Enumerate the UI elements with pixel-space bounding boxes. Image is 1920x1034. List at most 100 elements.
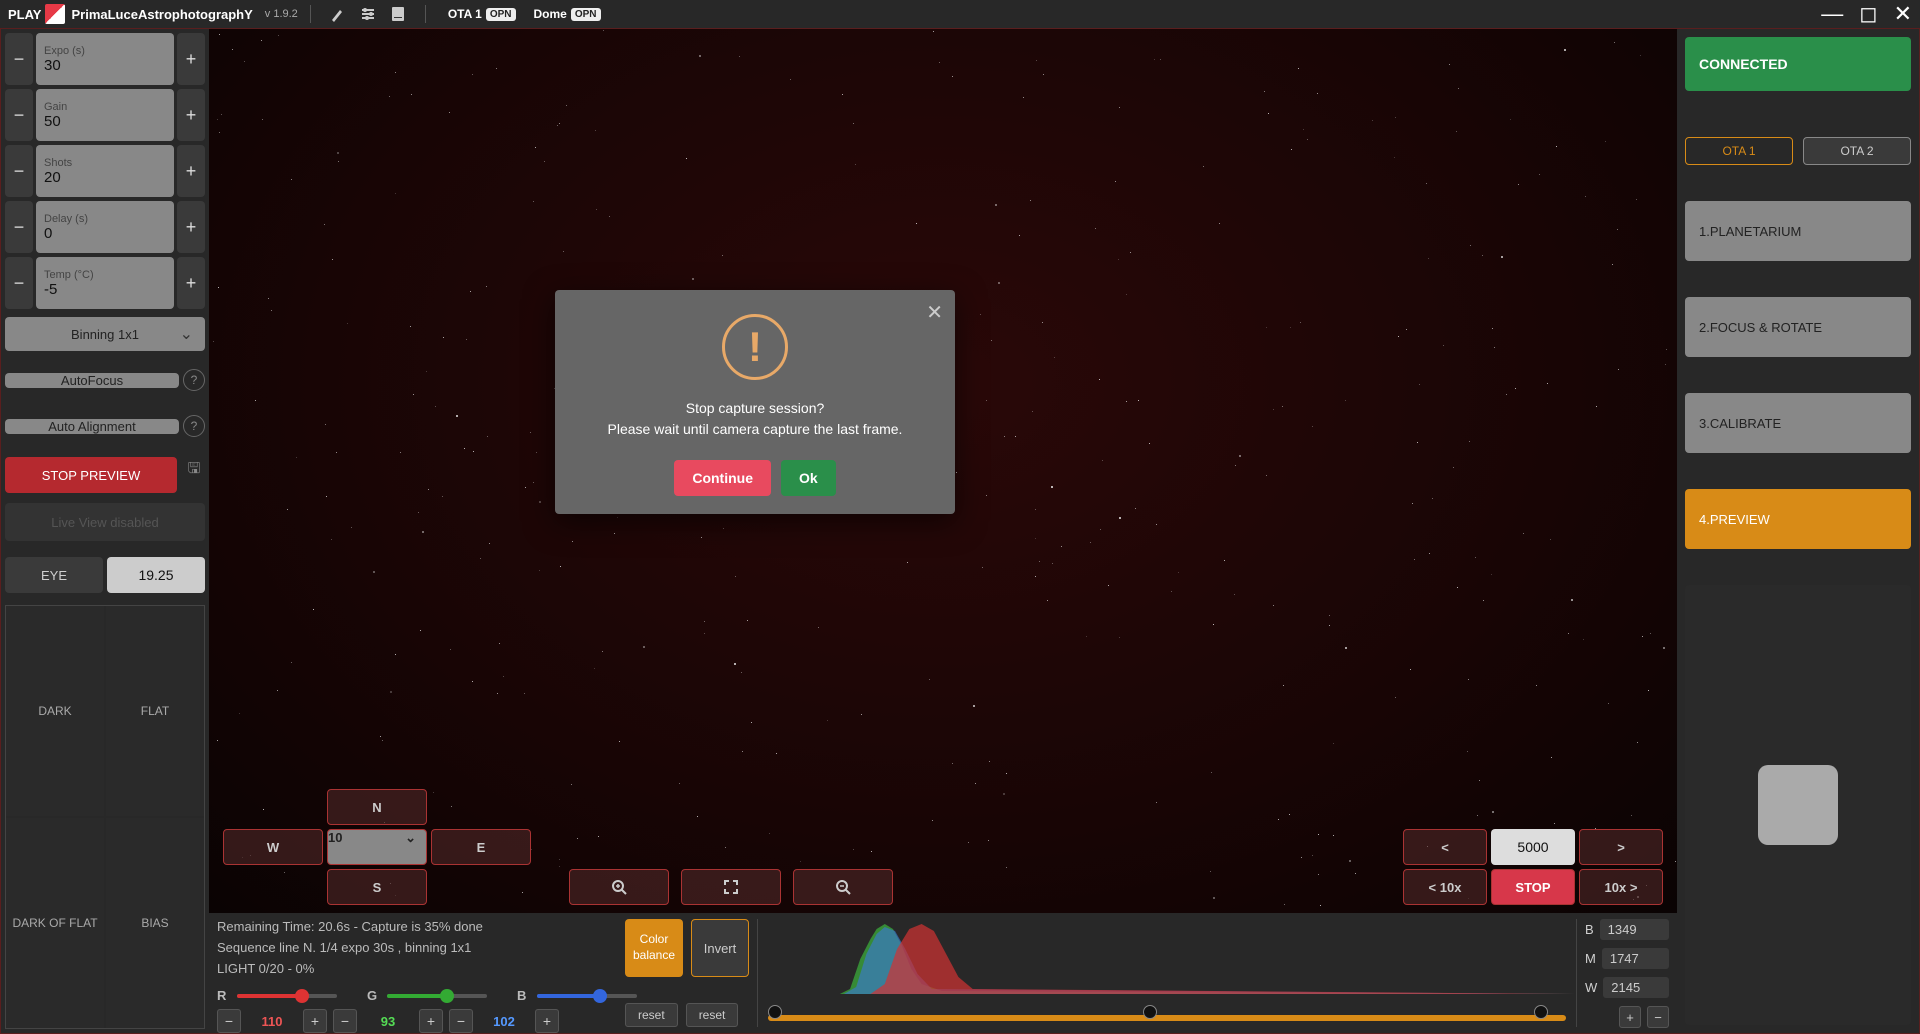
ota1-tab[interactable]: OTA 1 bbox=[1685, 137, 1793, 165]
white-point-value[interactable]: 2145 bbox=[1603, 977, 1669, 998]
minimize-icon[interactable]: — bbox=[1821, 3, 1843, 25]
dialog-close-icon[interactable]: ✕ bbox=[926, 300, 943, 325]
direction-pad: N W 10 E S bbox=[223, 789, 531, 905]
book-icon[interactable] bbox=[389, 5, 407, 23]
ota2-tab[interactable]: OTA 2 bbox=[1803, 137, 1911, 165]
right-panel: CONNECTED OTA 1 OTA 2 1.PLANETARIUM 2.FO… bbox=[1677, 29, 1919, 1033]
delay-decrement-button[interactable]: − bbox=[5, 201, 33, 253]
delay-field[interactable]: Delay (s) 0 bbox=[36, 201, 174, 253]
viewport-indicator[interactable] bbox=[1758, 765, 1838, 845]
live-view-disabled-button: Live View disabled bbox=[5, 503, 205, 541]
b-dec-button[interactable]: − bbox=[449, 1009, 473, 1033]
color-balance-button[interactable]: Color balance bbox=[625, 919, 683, 977]
stretch-range-slider[interactable] bbox=[768, 1015, 1566, 1021]
gain-field[interactable]: Gain 50 bbox=[36, 89, 174, 141]
zoom-controls bbox=[569, 869, 893, 905]
exposure-field[interactable]: Expo (s) 30 bbox=[36, 33, 174, 85]
mini-preview[interactable] bbox=[1685, 585, 1911, 1025]
histogram[interactable] bbox=[757, 919, 1577, 1027]
exposure-value: 30 bbox=[44, 57, 166, 74]
cal-dark-button[interactable]: DARK bbox=[6, 606, 104, 816]
telescope-icon[interactable] bbox=[329, 5, 347, 23]
g-inc-button[interactable]: + bbox=[419, 1009, 443, 1033]
cal-flat-button[interactable]: FLAT bbox=[106, 606, 204, 816]
invert-button[interactable]: Invert bbox=[691, 919, 749, 977]
g-dec-button[interactable]: − bbox=[333, 1009, 357, 1033]
autoalign-help-icon[interactable]: ? bbox=[183, 415, 205, 437]
shots-decrement-button[interactable]: − bbox=[5, 145, 33, 197]
sliders-icon[interactable] bbox=[359, 5, 377, 23]
blue-slider[interactable]: B bbox=[517, 988, 637, 1003]
autofocus-help-icon[interactable]: ? bbox=[183, 369, 205, 391]
focus-out-button[interactable]: > bbox=[1579, 829, 1663, 865]
r-dec-button[interactable]: − bbox=[217, 1009, 241, 1033]
focus-in-10x-button[interactable]: < 10x bbox=[1403, 869, 1487, 905]
gain-increment-button[interactable]: + bbox=[177, 89, 205, 141]
zoom-in-button[interactable] bbox=[569, 869, 669, 905]
autofocus-button[interactable]: AutoFocus bbox=[5, 373, 179, 388]
shots-field[interactable]: Shots 20 bbox=[36, 145, 174, 197]
autoalign-button[interactable]: Auto Alignment bbox=[5, 419, 179, 434]
nav-focus-rotate-button[interactable]: 2.FOCUS & ROTATE bbox=[1685, 297, 1911, 357]
binning-select[interactable]: Binning 1x1 bbox=[5, 317, 205, 351]
slew-south-button[interactable]: S bbox=[327, 869, 427, 905]
dialog-message-2: Please wait until camera capture the las… bbox=[573, 419, 937, 440]
dome-label: Dome bbox=[534, 7, 567, 21]
delay-row: − Delay (s) 0 + bbox=[5, 201, 205, 253]
gain-decrement-button[interactable]: − bbox=[5, 89, 33, 141]
save-icon[interactable]: 🖫 bbox=[183, 459, 205, 481]
temp-field[interactable]: Temp (°C) -5 bbox=[36, 257, 174, 309]
temp-decrement-button[interactable]: − bbox=[5, 257, 33, 309]
stop-preview-button[interactable]: STOP PREVIEW bbox=[5, 457, 177, 493]
exposure-increment-button[interactable]: + bbox=[177, 33, 205, 85]
maximize-icon[interactable]: ◻ bbox=[1859, 3, 1877, 25]
ota1-label: OTA 1 bbox=[448, 7, 482, 21]
stop-capture-dialog: ✕ ! Stop capture session? Please wait un… bbox=[555, 290, 955, 514]
cal-darkflat-button[interactable]: DARK OF FLAT bbox=[6, 818, 104, 1028]
b-inc-button[interactable]: + bbox=[535, 1009, 559, 1033]
temp-increment-button[interactable]: + bbox=[177, 257, 205, 309]
slew-west-button[interactable]: W bbox=[223, 829, 323, 865]
connection-status-button[interactable]: CONNECTED bbox=[1685, 37, 1911, 91]
black-point-value[interactable]: 1349 bbox=[1600, 919, 1669, 940]
close-window-icon[interactable]: ✕ bbox=[1894, 3, 1912, 25]
status-sequence: Sequence line N. 1/4 expo 30s , binning … bbox=[217, 940, 617, 955]
slew-east-button[interactable]: E bbox=[431, 829, 531, 865]
focus-pad: < 5000 > < 10x STOP 10x > bbox=[1403, 829, 1663, 905]
focus-stop-button[interactable]: STOP bbox=[1491, 869, 1575, 905]
nav-preview-button[interactable]: 4.PREVIEW bbox=[1685, 489, 1911, 549]
mid-point-value[interactable]: 1747 bbox=[1602, 948, 1669, 969]
delay-increment-button[interactable]: + bbox=[177, 201, 205, 253]
nav-planetarium-button[interactable]: 1.PLANETARIUM bbox=[1685, 201, 1911, 261]
status-bar: Remaining Time: 20.6s - Capture is 35% d… bbox=[209, 913, 1677, 1033]
zoom-fit-button[interactable] bbox=[681, 869, 781, 905]
exposure-row: − Expo (s) 30 + bbox=[5, 33, 205, 85]
eye-value[interactable]: 19.25 bbox=[107, 557, 205, 593]
shots-increment-button[interactable]: + bbox=[177, 145, 205, 197]
g-value: 93 bbox=[363, 1014, 413, 1029]
focus-position-value[interactable]: 5000 bbox=[1491, 829, 1575, 865]
ok-button[interactable]: Ok bbox=[781, 460, 836, 496]
b-value: 102 bbox=[479, 1014, 529, 1029]
status-remaining: Remaining Time: 20.6s - Capture is 35% d… bbox=[217, 919, 617, 934]
r-inc-button[interactable]: + bbox=[303, 1009, 327, 1033]
cal-bias-button[interactable]: BIAS bbox=[106, 818, 204, 1028]
reset-rgb-button[interactable]: reset bbox=[625, 1003, 678, 1027]
stretch-inc-button[interactable]: + bbox=[1619, 1006, 1641, 1028]
green-slider[interactable]: G bbox=[367, 988, 487, 1003]
eye-label: EYE bbox=[5, 557, 103, 593]
stretch-dec-button[interactable]: − bbox=[1647, 1006, 1669, 1028]
exposure-decrement-button[interactable]: − bbox=[5, 33, 33, 85]
slew-north-button[interactable]: N bbox=[327, 789, 427, 825]
reset-invert-button[interactable]: reset bbox=[686, 1003, 739, 1027]
red-slider[interactable]: R bbox=[217, 988, 337, 1003]
dialog-message-1: Stop capture session? bbox=[573, 398, 937, 419]
focus-out-10x-button[interactable]: 10x > bbox=[1579, 869, 1663, 905]
slew-speed-select[interactable]: 10 bbox=[327, 829, 427, 865]
app-name-play: PLAY bbox=[8, 7, 41, 22]
focus-in-button[interactable]: < bbox=[1403, 829, 1487, 865]
titlebar: PLAY PrimaLuceAstrophotographY v 1.9.2 O… bbox=[0, 0, 1920, 28]
continue-button[interactable]: Continue bbox=[674, 460, 771, 496]
nav-calibrate-button[interactable]: 3.CALIBRATE bbox=[1685, 393, 1911, 453]
zoom-out-button[interactable] bbox=[793, 869, 893, 905]
